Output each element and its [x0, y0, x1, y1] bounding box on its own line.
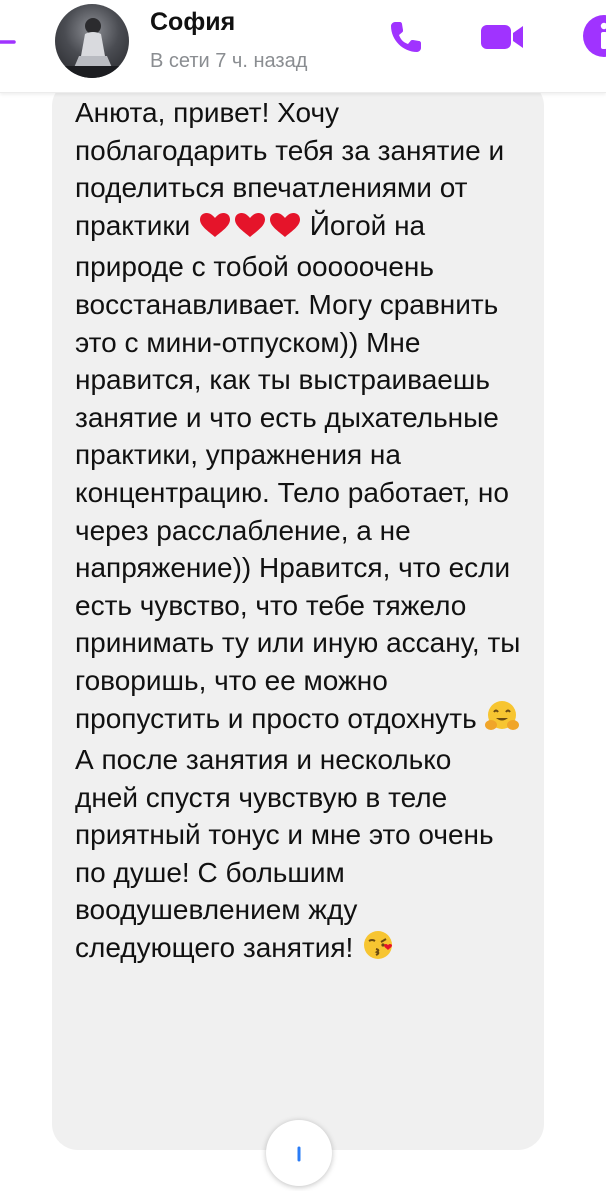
avatar[interactable]: [55, 4, 129, 78]
video-camera-icon[interactable]: [475, 14, 523, 58]
heart-emoji: [198, 211, 302, 249]
message-text-part-3: А после занятия и несколько дней спустя …: [75, 744, 494, 964]
scroll-down-icon[interactable]: [266, 1120, 332, 1186]
message-text-part-2: Йогой на природе с тобой ооооочень восст…: [75, 209, 521, 734]
message-text: Анюта, привет! Хочу поблагодарить тебя з…: [75, 94, 521, 971]
back-arrow-icon[interactable]: [0, 32, 20, 52]
info-icon[interactable]: [582, 14, 606, 58]
contact-name[interactable]: София: [150, 8, 235, 37]
kissing-face-emoji: [361, 929, 395, 971]
phone-icon[interactable]: [385, 14, 429, 58]
hugging-face-emoji: [484, 700, 519, 742]
chat-header: София В сети 7 ч. назад: [0, 0, 606, 93]
online-status: В сети 7 ч. назад: [150, 50, 308, 72]
